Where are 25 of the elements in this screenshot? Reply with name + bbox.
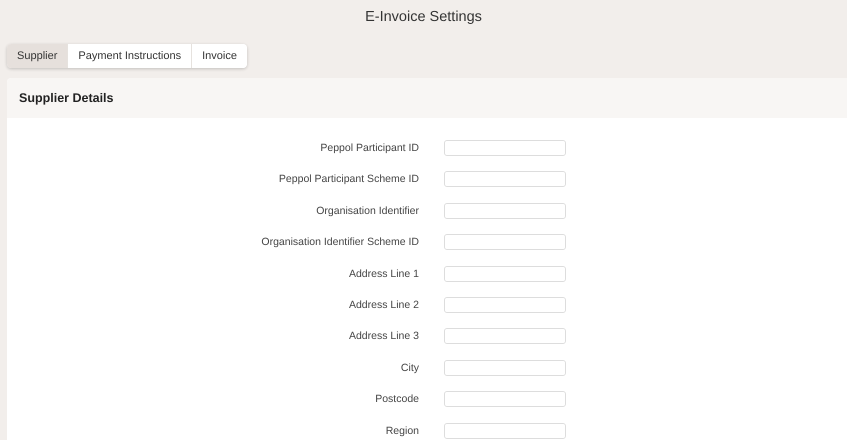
field-label: Peppol Participant Scheme ID [278, 173, 419, 186]
input-field[interactable] [444, 266, 566, 282]
tab[interactable]: Payment Instructions [67, 44, 192, 68]
tab[interactable]: Supplier [7, 44, 68, 68]
field-label: Address Line 2 [348, 298, 419, 311]
input-field[interactable] [444, 422, 566, 439]
field-label: Organisation Identifier [315, 204, 419, 217]
field-label: Postcode [374, 393, 419, 406]
field-label: Peppol Participant ID [319, 142, 419, 154]
input-field[interactable] [444, 328, 566, 344]
input-field[interactable] [444, 234, 566, 250]
input-field[interactable] [444, 140, 566, 156]
field-label: City [400, 362, 419, 374]
input-field[interactable] [444, 171, 566, 188]
field-label: Organisation Identifier Scheme ID [260, 236, 419, 248]
input-field[interactable] [444, 296, 566, 313]
input-field[interactable] [444, 360, 566, 376]
page-title: E-Invoice Settings [364, 8, 483, 27]
field-label: Address Line 1 [348, 268, 419, 280]
input-field[interactable] [444, 202, 566, 219]
field-label: Region [384, 424, 419, 437]
section-title: Supplier Details [19, 91, 114, 105]
input-field[interactable] [444, 391, 566, 408]
tab[interactable]: Invoice [191, 44, 247, 68]
field-label: Address Line 3 [348, 330, 419, 342]
